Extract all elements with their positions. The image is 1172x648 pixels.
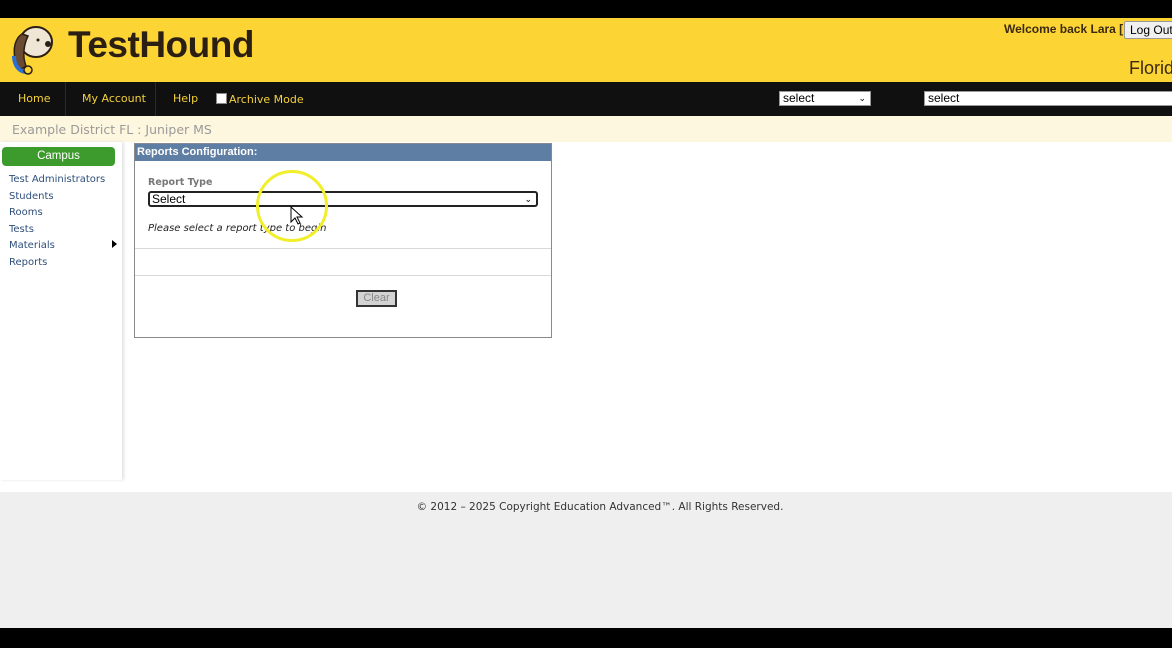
reports-configuration-panel: Reports Configuration: Report Type Selec… <box>134 143 552 338</box>
clear-button[interactable]: Clear <box>356 290 397 307</box>
nav-select-2[interactable]: select <box>924 91 1172 106</box>
sidebar-item-reports[interactable]: Reports <box>9 257 47 268</box>
report-type-value: Select <box>152 192 186 206</box>
nav-home[interactable]: Home <box>18 92 50 105</box>
brand-name: TestHound <box>68 24 254 65</box>
mouse-cursor-icon <box>290 206 304 225</box>
nav-select-1[interactable]: select ⌄ <box>779 91 871 106</box>
main-content: Campus Management Test Administrators St… <box>0 142 1172 492</box>
report-type-select[interactable]: Select ⌄ <box>148 191 538 207</box>
archive-mode-checkbox[interactable] <box>216 93 227 104</box>
caret-right-icon[interactable] <box>112 240 117 248</box>
divider <box>135 275 551 276</box>
nav-select-2-value: select <box>928 91 960 105</box>
report-type-label: Report Type <box>148 177 213 188</box>
breadcrumb-bar: Example District FL : Juniper MS <box>0 116 1172 142</box>
chevron-down-icon: ⌄ <box>524 194 532 204</box>
sidebar-section-campus-management[interactable]: Campus Management <box>2 147 115 181</box>
copyright-text: © 2012 – 2025 Copyright Education Advanc… <box>416 501 784 513</box>
breadcrumb: Example District FL : Juniper MS <box>12 122 212 137</box>
main-nav: Home My Account Help Archive Mode select… <box>0 82 1172 116</box>
header: TestHound Welcome back Lara [ Log Out Fl… <box>0 18 1172 82</box>
nav-divider <box>155 82 156 116</box>
divider <box>135 248 551 249</box>
nav-divider <box>65 82 66 116</box>
sidebar-item-materials[interactable]: Materials <box>9 240 55 251</box>
panel-title: Reports Configuration: <box>135 144 551 161</box>
chevron-down-icon: ⌄ <box>858 93 866 103</box>
sidebar: Campus Management Test Administrators St… <box>0 142 122 480</box>
state-name: Florid <box>1129 58 1172 78</box>
sidebar-item-rooms[interactable]: Rooms <box>9 207 43 218</box>
sidebar-item-students[interactable]: Students <box>9 191 54 202</box>
sidebar-item-test-administrators[interactable]: Test Administrators <box>9 174 105 185</box>
nav-select-1-value: select <box>783 91 815 105</box>
hound-logo-icon <box>12 26 53 75</box>
footer: © 2012 – 2025 Copyright Education Advanc… <box>0 492 1172 628</box>
nav-help[interactable]: Help <box>173 92 198 105</box>
archive-mode-label[interactable]: Archive Mode <box>229 93 304 106</box>
welcome-text: Welcome back Lara [ <box>1004 22 1124 36</box>
sidebar-item-tests[interactable]: Tests <box>9 224 34 235</box>
top-black-bar <box>0 0 1172 18</box>
nav-my-account[interactable]: My Account <box>82 92 146 105</box>
logout-button[interactable]: Log Out <box>1124 21 1172 39</box>
